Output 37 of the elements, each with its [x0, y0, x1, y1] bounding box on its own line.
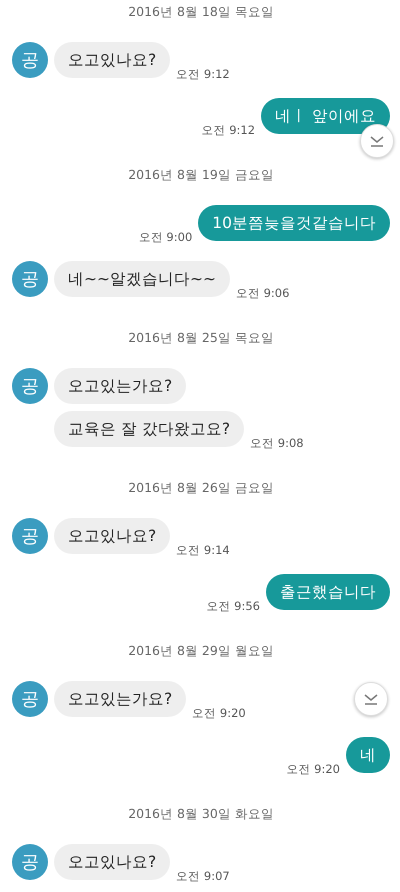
message-time: 오전 9:06: [236, 286, 290, 301]
date-separator: 2016년 8월 29일 월요일: [128, 642, 274, 660]
date-separator: 2016년 8월 18일 목요일: [128, 4, 274, 20]
message-time: 오전 9:20: [192, 706, 246, 721]
date-separator: 2016년 8월 19일 금요일: [128, 166, 274, 184]
avatar[interactable]: 공: [12, 681, 48, 717]
date-separator: 2016년 8월 30일 화요일: [128, 806, 274, 822]
message-time: 오전 9:12: [202, 123, 256, 138]
avatar[interactable]: 공: [12, 42, 48, 78]
received-message: 오고있나요?: [54, 844, 170, 880]
scroll-down-button[interactable]: [354, 682, 388, 716]
avatar[interactable]: 공: [12, 844, 48, 880]
received-message: 교육은 잘 갔다왔고요?: [54, 411, 244, 447]
message-time: 오전 9:08: [250, 436, 304, 451]
received-message: 오고있나요?: [54, 42, 170, 78]
received-message: 오고있나요?: [54, 518, 170, 554]
chevron-down-icon: [364, 694, 378, 704]
received-message: 네~~알겠습니다~~: [54, 261, 230, 297]
sent-message: 네: [346, 737, 390, 773]
message-time: 오전 9:20: [286, 762, 340, 777]
message-time: 오전 9:00: [138, 230, 192, 245]
scroll-down-button[interactable]: [360, 124, 394, 158]
received-message: 오고있는가요?: [54, 368, 186, 404]
message-time: 오전 9:12: [176, 67, 230, 82]
sent-message: 10분쯤늦을것같습니다: [198, 205, 390, 241]
avatar[interactable]: 공: [12, 518, 48, 554]
sent-message: 네ㅣ 앞이에요: [261, 98, 390, 134]
received-message: 오고있는가요?: [54, 681, 186, 717]
message-time: 오전 9:14: [176, 543, 230, 558]
avatar[interactable]: 공: [12, 261, 48, 297]
avatar[interactable]: 공: [12, 368, 48, 404]
chevron-down-icon: [370, 136, 384, 146]
sent-message: 출근했습니다: [266, 574, 390, 610]
date-separator: 2016년 8월 25일 목요일: [128, 330, 274, 346]
date-separator: 2016년 8월 26일 금요일: [128, 480, 274, 496]
message-time: 오전 9:07: [176, 869, 230, 884]
message-time: 오전 9:56: [206, 599, 260, 614]
